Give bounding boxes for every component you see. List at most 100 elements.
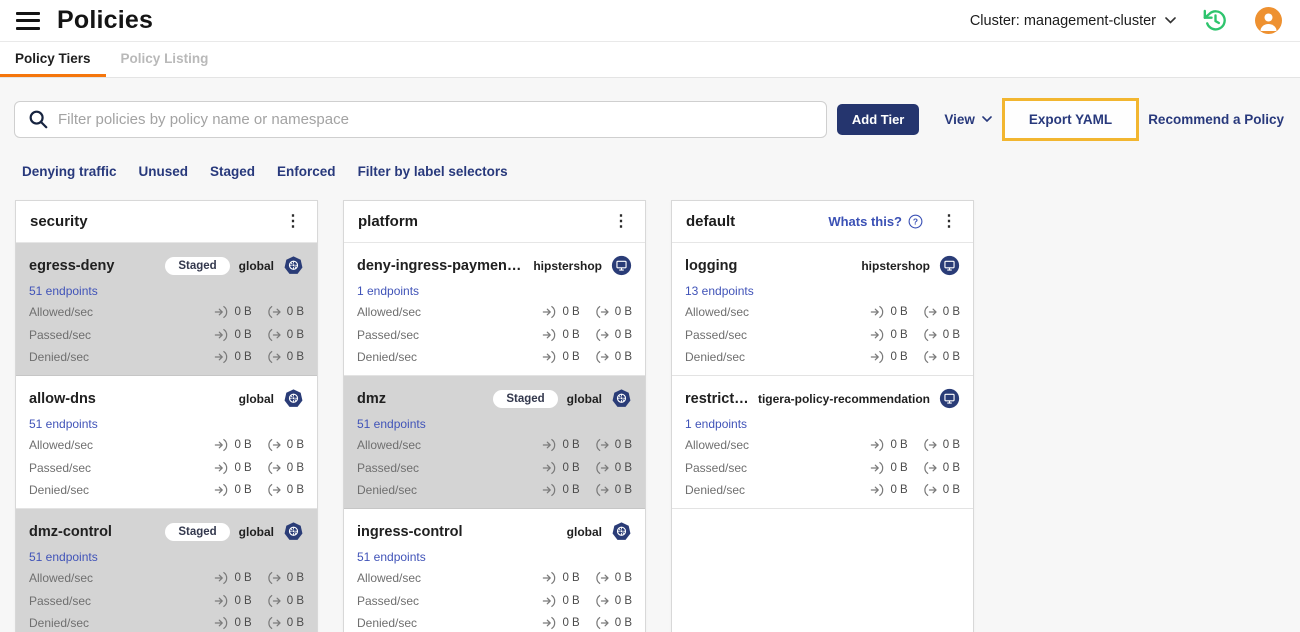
ingress-arrow-icon: [543, 306, 556, 319]
ingress-arrow-icon: [543, 594, 556, 607]
stat-label: Denied/sec: [29, 616, 90, 631]
policy-scope-label: global: [238, 391, 274, 406]
policy-name: egress-deny: [29, 257, 115, 274]
endpoints-link[interactable]: 13 endpoints: [685, 284, 754, 298]
policy-name: deny-ingress-paymentservi…: [357, 257, 525, 274]
hamburger-menu-icon[interactable]: [16, 11, 40, 30]
policy-card-ingress-control[interactable]: ingress-control global 51 endpoints Allo…: [344, 509, 645, 632]
stat-value-out: 0 B: [614, 572, 632, 585]
policy-scope-label: tigera-policy-recommendation: [757, 391, 930, 406]
egress-arrow-icon: [596, 572, 609, 585]
ingress-arrow-icon: [543, 351, 556, 364]
ingress-arrow-icon: [543, 572, 556, 585]
top-bar: Policies Cluster: management-cluster: [0, 0, 1300, 41]
egress-arrow-icon: [596, 351, 609, 364]
stat-value-in: 0 B: [234, 461, 252, 474]
stat-value-out: 0 B: [286, 351, 304, 364]
user-avatar[interactable]: [1255, 7, 1282, 34]
policy-name: dmz-control: [29, 523, 112, 540]
filter-link-enforced[interactable]: Enforced: [277, 164, 336, 179]
stat-value-out: 0 B: [942, 461, 960, 474]
endpoints-link[interactable]: 1 endpoints: [357, 284, 419, 298]
stat-value-out: 0 B: [614, 351, 632, 364]
cluster-selector[interactable]: Cluster: management-cluster: [970, 13, 1176, 29]
tab-policy-tiers[interactable]: Policy Tiers: [0, 42, 106, 77]
stat-value-out: 0 B: [942, 306, 960, 319]
stat-label: Passed/sec: [29, 593, 92, 608]
view-dropdown-button[interactable]: View: [944, 112, 992, 127]
policy-scope-label: global: [566, 524, 602, 539]
policy-name: dmz: [357, 390, 386, 407]
egress-arrow-icon: [924, 351, 937, 364]
tier-header: security ⋮: [16, 201, 317, 243]
search-icon: [29, 110, 48, 129]
policy-name: restricted: [685, 390, 750, 407]
avatar-icon: [1260, 13, 1277, 31]
endpoints-link[interactable]: 1 endpoints: [685, 417, 747, 431]
namespaced-policy-icon: [939, 255, 960, 276]
egress-arrow-icon: [596, 439, 609, 452]
egress-arrow-icon: [924, 328, 937, 341]
tier-menu-icon[interactable]: ⋮: [609, 212, 633, 232]
ingress-arrow-icon: [543, 328, 556, 341]
egress-arrow-icon: [596, 328, 609, 341]
endpoints-link[interactable]: 51 endpoints: [29, 550, 98, 564]
traffic-stat-row: Denied/sec 0 B 0 B: [685, 479, 960, 502]
policy-card-allow-dns[interactable]: allow-dns global 51 endpoints Allowed/se…: [16, 376, 317, 509]
global-policy-icon: [284, 256, 303, 274]
egress-arrow-icon: [924, 306, 937, 319]
endpoints-link[interactable]: 51 endpoints: [357, 417, 426, 431]
policy-card-deny-ingress-paymentservi[interactable]: deny-ingress-paymentservi… hipstershop 1…: [344, 243, 645, 376]
stat-label: Allowed/sec: [685, 305, 750, 320]
staged-badge: Staged: [165, 522, 230, 541]
tier-menu-icon[interactable]: ⋮: [281, 212, 305, 232]
ingress-arrow-icon: [871, 439, 884, 452]
add-tier-button[interactable]: Add Tier: [836, 103, 920, 135]
stat-value-in: 0 B: [562, 617, 580, 630]
policy-scope-label: global: [238, 258, 274, 273]
traffic-stat-row: Passed/sec 0 B 0 B: [29, 590, 304, 613]
stat-value-out: 0 B: [614, 594, 632, 607]
endpoints-link[interactable]: 51 endpoints: [357, 550, 426, 564]
stat-label: Denied/sec: [685, 483, 746, 498]
stat-value-in: 0 B: [234, 594, 252, 607]
ingress-arrow-icon: [215, 328, 228, 341]
stat-label: Passed/sec: [357, 327, 420, 342]
policy-card-restricted[interactable]: restricted tigera-policy-recommendation …: [672, 376, 973, 509]
policy-card-dmz-control[interactable]: dmz-control Staged global 51 endpoints A…: [16, 509, 317, 632]
svg-text:?: ?: [913, 216, 918, 226]
policy-card-dmz[interactable]: dmz Staged global 51 endpoints Allowed/s…: [344, 376, 645, 509]
filter-link-unused[interactable]: Unused: [139, 164, 189, 179]
policy-filter-input[interactable]: [58, 110, 814, 128]
ingress-arrow-icon: [871, 306, 884, 319]
egress-arrow-icon: [596, 484, 609, 497]
stat-value-in: 0 B: [562, 484, 580, 497]
traffic-stat-row: Denied/sec 0 B 0 B: [29, 612, 304, 632]
filter-link-denying-traffic[interactable]: Denying traffic: [22, 164, 117, 179]
endpoints-link[interactable]: 51 endpoints: [29, 417, 98, 431]
policy-card-egress-deny[interactable]: egress-deny Staged global 51 endpoints A…: [16, 243, 317, 376]
whats-this-link[interactable]: Whats this? ?: [828, 214, 923, 229]
stat-value-out: 0 B: [942, 351, 960, 364]
history-button[interactable]: [1202, 7, 1229, 34]
tab-policy-listing[interactable]: Policy Listing: [106, 42, 224, 77]
egress-arrow-icon: [268, 351, 281, 364]
stat-label: Passed/sec: [357, 460, 420, 475]
history-icon: [1203, 9, 1226, 31]
policy-card-logging[interactable]: logging hipstershop 13 endpoints Allowed…: [672, 243, 973, 376]
stat-value-in: 0 B: [234, 439, 252, 452]
filter-link-staged[interactable]: Staged: [210, 164, 255, 179]
filter-link-filter-by-label-selectors[interactable]: Filter by label selectors: [358, 164, 508, 179]
tier-menu-icon[interactable]: ⋮: [937, 212, 961, 232]
policy-search-box: [14, 100, 827, 138]
tier-name: security: [30, 213, 88, 230]
stat-value-out: 0 B: [942, 484, 960, 497]
policy-scope-label: global: [566, 391, 602, 406]
stat-value-out: 0 B: [614, 439, 632, 452]
recommend-policy-button[interactable]: Recommend a Policy: [1148, 112, 1284, 127]
export-yaml-button[interactable]: Export YAML: [1029, 112, 1112, 127]
stat-value-in: 0 B: [562, 572, 580, 585]
stat-label: Denied/sec: [357, 616, 418, 631]
stat-value-in: 0 B: [234, 572, 252, 585]
endpoints-link[interactable]: 51 endpoints: [29, 284, 98, 298]
